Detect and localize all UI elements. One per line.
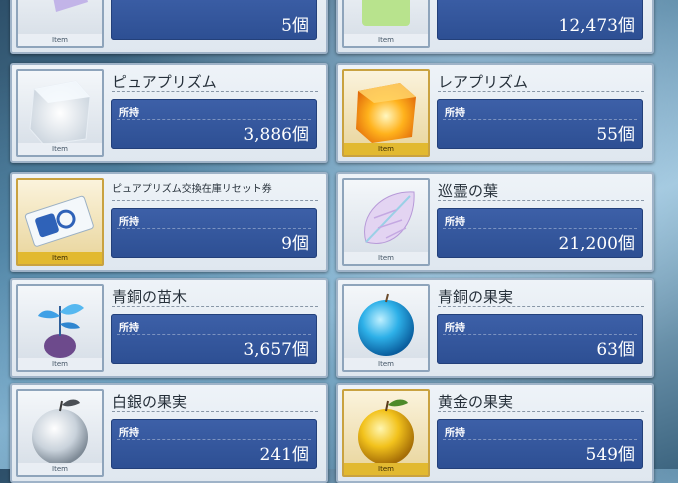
thumb-label: Item xyxy=(344,358,428,370)
item-card[interactable]: Item 5個 xyxy=(10,0,328,54)
item-thumbnail: Item xyxy=(342,0,430,48)
item-count: 63個 xyxy=(596,340,635,360)
owned-panel: 所持 9個 xyxy=(111,208,317,258)
owned-label: 所持 xyxy=(119,108,139,119)
item-thumbnail: Item xyxy=(16,0,104,48)
item-card-silver-fruit[interactable]: Item 白銀の果実 所持 241個 xyxy=(10,383,328,483)
item-count: 12,473個 xyxy=(558,16,635,36)
item-name: 青銅の果実 xyxy=(438,286,644,307)
owned-panel: 12,473個 xyxy=(437,0,643,40)
item-name: 白銀の果実 xyxy=(112,391,318,412)
item-name: ピュアプリズム xyxy=(112,71,318,92)
owned-label: 所持 xyxy=(119,323,139,334)
owned-panel: 所持 549個 xyxy=(437,419,643,469)
item-name: 巡霊の葉 xyxy=(438,180,644,201)
owned-panel: 所持 241個 xyxy=(111,419,317,469)
item-thumbnail: Item xyxy=(342,178,430,266)
item-thumbnail: Item xyxy=(342,69,430,157)
item-name: 青銅の苗木 xyxy=(112,286,318,307)
thumb-label: Item xyxy=(344,34,428,46)
owned-panel: 所持 21,200個 xyxy=(437,208,643,258)
item-card-rare-prism[interactable]: Item レアプリズム 所持 55個 xyxy=(336,63,654,163)
item-count: 21,200個 xyxy=(558,234,635,254)
item-thumbnail: Item xyxy=(342,389,430,477)
item-card-pure-prism[interactable]: Item ピュアプリズム 所持 3,886個 xyxy=(10,63,328,163)
owned-label: 所持 xyxy=(445,428,465,439)
owned-panel: 所持 63個 xyxy=(437,314,643,364)
item-thumbnail: Item xyxy=(16,178,104,266)
owned-panel: 所持 3,886個 xyxy=(111,99,317,149)
owned-label: 所持 xyxy=(445,323,465,334)
thumb-label: Item xyxy=(18,463,102,475)
item-name: レアプリズム xyxy=(438,71,644,92)
item-card-pure-prism-ticket[interactable]: Item ピュアプリズム交換在庫リセット券 所持 9個 xyxy=(10,172,328,272)
item-count: 549個 xyxy=(585,445,635,465)
item-thumbnail: Item xyxy=(16,389,104,477)
owned-panel: 5個 xyxy=(111,0,317,40)
item-count: 55個 xyxy=(596,125,635,145)
owned-label: 所持 xyxy=(445,108,465,119)
item-name: ピュアプリズム交換在庫リセット券 xyxy=(112,180,318,201)
item-count: 3,886個 xyxy=(243,125,309,145)
thumb-label: Item xyxy=(18,252,102,264)
thumb-label: Item xyxy=(344,252,428,264)
item-thumbnail: Item xyxy=(16,69,104,157)
item-grid: Item 5個 Item 12,473個 Item ピュアプリズム 所持 3,8… xyxy=(0,0,678,483)
thumb-label: Item xyxy=(18,143,102,155)
item-count: 3,657個 xyxy=(243,340,309,360)
item-card-bronze-sapling[interactable]: Item 青銅の苗木 所持 3,657個 xyxy=(10,278,328,378)
item-card-bronze-fruit[interactable]: Item 青銅の果実 所持 63個 xyxy=(336,278,654,378)
thumb-label: Item xyxy=(344,143,428,155)
owned-panel: 所持 3,657個 xyxy=(111,314,317,364)
owned-label: 所持 xyxy=(445,217,465,228)
owned-label: 所持 xyxy=(119,428,139,439)
item-thumbnail: Item xyxy=(16,284,104,372)
owned-label: 所持 xyxy=(119,217,139,228)
item-name: 黄金の果実 xyxy=(438,391,644,412)
item-count: 5個 xyxy=(281,16,309,36)
item-count: 9個 xyxy=(281,234,309,254)
item-count: 241個 xyxy=(259,445,309,465)
item-card-gold-fruit[interactable]: Item 黄金の果実 所持 549個 xyxy=(336,383,654,483)
item-thumbnail: Item xyxy=(342,284,430,372)
thumb-label: Item xyxy=(18,358,102,370)
item-card[interactable]: Item 12,473個 xyxy=(336,0,654,54)
thumb-label: Item xyxy=(344,463,428,475)
thumb-label: Item xyxy=(18,34,102,46)
owned-panel: 所持 55個 xyxy=(437,99,643,149)
item-card-junrei-leaf[interactable]: Item 巡霊の葉 所持 21,200個 xyxy=(336,172,654,272)
